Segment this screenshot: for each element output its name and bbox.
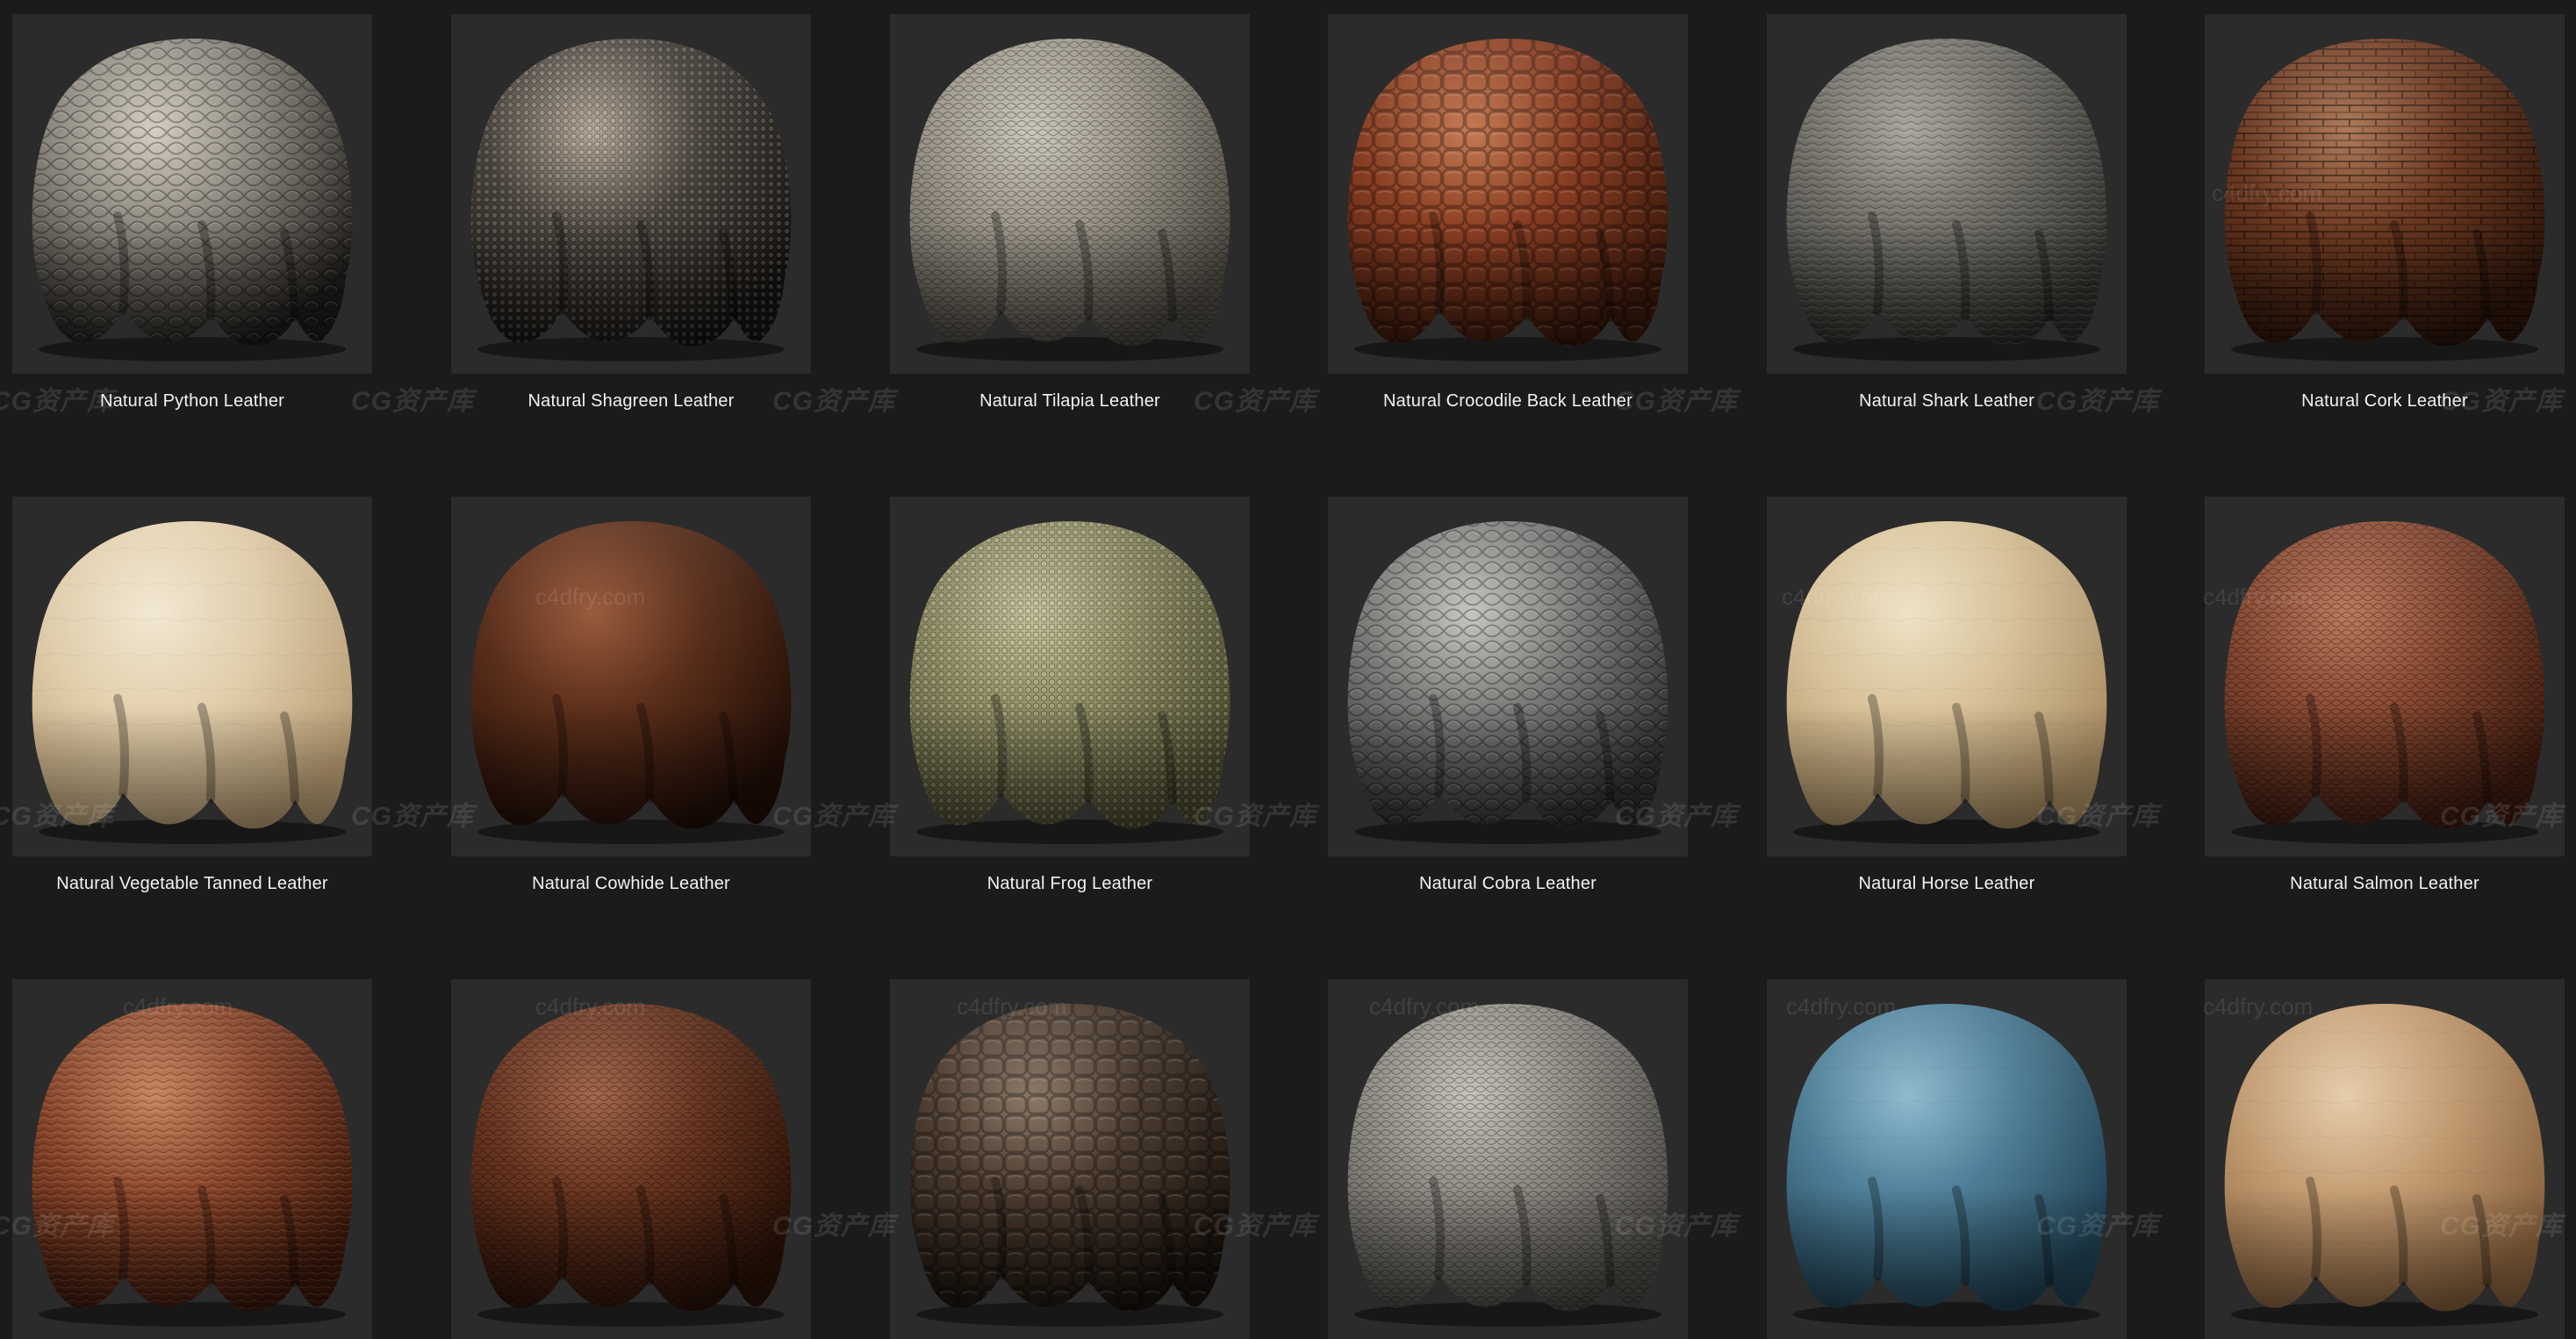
material-card[interactable]: Natural Crocodile Back Leather (1328, 14, 1688, 411)
cloth-sphere-render (909, 1004, 1231, 1327)
material-preview[interactable] (890, 979, 1250, 1339)
cloth-sphere-render (32, 39, 353, 362)
material-name[interactable]: Natural Cowhide Leather (425, 874, 837, 894)
material-card[interactable] (12, 979, 372, 1339)
cloth-sphere-render (909, 39, 1231, 362)
cloth-sphere-render (2224, 1004, 2545, 1327)
cloth-sphere-render (32, 521, 353, 844)
cloth-sphere-render (1347, 39, 1668, 362)
material-card[interactable] (1328, 979, 1688, 1339)
cloth-sphere-render (1786, 1004, 2107, 1327)
material-preview[interactable] (2205, 979, 2565, 1339)
material-name[interactable]: Natural Horse Leather (1740, 874, 2153, 894)
material-preview[interactable] (1328, 497, 1688, 856)
material-name[interactable]: Natural Tilapia Leather (864, 391, 1276, 412)
material-card[interactable]: Natural Cobra Leather (1328, 497, 1688, 893)
material-name[interactable]: Natural Cobra Leather (1302, 874, 1714, 894)
material-preview[interactable] (12, 979, 372, 1339)
material-card[interactable] (451, 979, 811, 1339)
material-gallery: Natural Python Leather Natural Shagreen L… (0, 0, 2576, 1339)
material-card[interactable]: Natural Shagreen Leather (451, 14, 811, 411)
material-preview[interactable] (12, 14, 372, 374)
material-card[interactable]: Natural Frog Leather (890, 497, 1250, 893)
material-preview[interactable] (2205, 497, 2565, 856)
material-card[interactable] (1767, 979, 2127, 1339)
material-preview[interactable] (451, 979, 811, 1339)
material-name[interactable]: Natural Crocodile Back Leather (1302, 391, 1714, 412)
cloth-sphere-render (1347, 521, 1668, 844)
material-preview[interactable] (890, 497, 1250, 856)
material-card[interactable]: Natural Cork Leather (2205, 14, 2565, 411)
cloth-sphere-render (1347, 1004, 1668, 1327)
material-card[interactable] (2205, 979, 2565, 1339)
material-preview[interactable] (1767, 979, 2127, 1339)
material-preview[interactable] (451, 497, 811, 856)
material-name[interactable]: Natural Shark Leather (1740, 391, 2153, 412)
material-preview[interactable] (2205, 14, 2565, 374)
cloth-sphere-render (32, 1004, 353, 1327)
cloth-sphere-render (1786, 39, 2107, 362)
material-card[interactable]: Natural Horse Leather (1767, 497, 2127, 893)
cloth-sphere-render (1786, 521, 2107, 844)
material-name[interactable]: Natural Python Leather (0, 391, 398, 412)
material-preview[interactable] (1767, 497, 2127, 856)
material-name[interactable]: Natural Cork Leather (2178, 391, 2576, 412)
material-card[interactable]: Natural Python Leather (12, 14, 372, 411)
material-card[interactable]: Natural Shark Leather (1767, 14, 2127, 411)
material-card[interactable]: Natural Tilapia Leather (890, 14, 1250, 411)
material-card[interactable]: Natural Cowhide Leather (451, 497, 811, 893)
material-preview[interactable] (12, 497, 372, 856)
material-preview[interactable] (1767, 14, 2127, 374)
material-name[interactable]: Natural Vegetable Tanned Leather (0, 874, 398, 894)
cloth-sphere-render (470, 521, 792, 844)
material-name[interactable]: Natural Shagreen Leather (425, 391, 837, 412)
material-preview[interactable] (451, 14, 811, 374)
cloth-sphere-render (2224, 39, 2545, 362)
material-name[interactable]: Natural Salmon Leather (2178, 874, 2576, 894)
material-preview[interactable] (1328, 14, 1688, 374)
cloth-sphere-render (909, 521, 1231, 844)
material-preview[interactable] (890, 14, 1250, 374)
cloth-sphere-render (470, 1004, 792, 1327)
material-card[interactable]: Natural Salmon Leather (2205, 497, 2565, 893)
cloth-sphere-render (2224, 521, 2545, 844)
material-card[interactable] (890, 979, 1250, 1339)
material-name[interactable]: Natural Frog Leather (864, 874, 1276, 894)
material-card[interactable]: Natural Vegetable Tanned Leather (12, 497, 372, 893)
cloth-sphere-render (470, 39, 792, 362)
material-preview[interactable] (1328, 979, 1688, 1339)
